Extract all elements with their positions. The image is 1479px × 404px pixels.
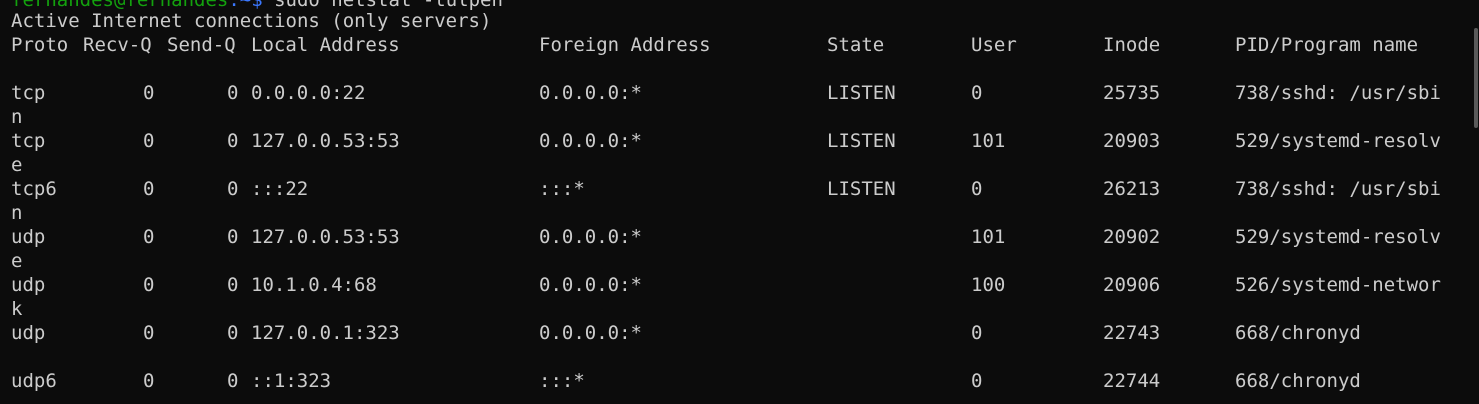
- cell-recvq: 0: [143, 274, 155, 296]
- col-pid-program: PID/Program name: [1235, 34, 1419, 56]
- col-proto: Proto: [11, 34, 69, 56]
- cell-sendq: 0: [227, 130, 239, 152]
- col-inode: Inode: [1103, 34, 1161, 56]
- table-row: udp 0 0 10.1.0.4:68 0.0.0.0:* 100 20906 526/sys…: [0, 273, 1479, 297]
- cell-foreign-address: :::*: [539, 370, 585, 392]
- terminal-window[interactable]: fernandes@fernandes:~$ sudo netstat -tul…: [0, 0, 1479, 404]
- cell-sendq: 0: [227, 178, 239, 200]
- col-user: User: [971, 34, 1017, 56]
- cell-pid-program: 668/chronyd: [1235, 370, 1361, 392]
- cell-foreign-address: 0.0.0.0:*: [539, 82, 642, 104]
- cell-proto: udp6: [11, 370, 57, 392]
- cell-inode: 22743: [1103, 322, 1161, 344]
- col-foreign-address: Foreign Address: [539, 34, 711, 56]
- cell-local-address: ::1:323: [251, 370, 332, 392]
- table-row: udp 0 0 127.0.0.1:323 0.0.0.0:* 0 22743 668/chr…: [0, 321, 1479, 345]
- cell-recvq: 0: [143, 82, 155, 104]
- table-row: tcp 0 0 0.0.0.0:22 0.0.0.0:* LISTEN 0 25735 738/…: [0, 81, 1479, 105]
- cell-recvq: 0: [143, 178, 155, 200]
- cell-state: LISTEN: [827, 178, 896, 200]
- cell-pid-program: 529/systemd-resolv: [1235, 130, 1441, 152]
- cell-foreign-address: 0.0.0.0:*: [539, 130, 642, 152]
- cell-inode: 20906: [1103, 274, 1161, 296]
- cell-pid-program: 526/systemd-networ: [1235, 274, 1441, 296]
- table-row: udp6 0 0::1:323:::* 0 22744 668/chronyd: [0, 369, 1479, 393]
- cell-sendq: 0: [227, 322, 239, 344]
- cell-inode: 26213: [1103, 178, 1161, 200]
- wrapped-continuation: [0, 345, 1479, 369]
- cell-user: 0: [971, 178, 983, 200]
- cell-user: 0: [971, 370, 983, 392]
- cell-sendq: 0: [227, 82, 239, 104]
- cell-recvq: 0: [143, 130, 155, 152]
- cell-pid-program: 738/sshd: /usr/sbi: [1235, 178, 1441, 200]
- cell-local-address: 0.0.0.0:22: [251, 82, 366, 104]
- cell-pid-program: 668/chronyd: [1235, 322, 1361, 344]
- cell-sendq: 0: [227, 226, 239, 248]
- cell-local-address: 10.1.0.4:68: [251, 274, 377, 296]
- scrollbar[interactable]: [1473, 0, 1479, 404]
- cell-foreign-address: 0.0.0.0:*: [539, 322, 642, 344]
- col-state: State: [827, 34, 885, 56]
- cell-local-address: 127.0.0.53:53: [251, 226, 400, 248]
- wrapped-continuation: n: [0, 105, 1479, 129]
- cell-user: 0: [971, 322, 983, 344]
- cell-local-address: 127.0.0.53:53: [251, 130, 400, 152]
- cell-user: 100: [971, 274, 1006, 296]
- scrollbar-thumb[interactable]: [1474, 28, 1478, 128]
- cell-recvq: 0: [143, 322, 155, 344]
- wrap-text: n: [11, 106, 23, 128]
- wrapped-continuation: e: [0, 249, 1479, 273]
- cell-proto: udp: [11, 226, 46, 248]
- cell-foreign-address: 0.0.0.0:*: [539, 274, 642, 296]
- cell-sendq: 0: [227, 370, 239, 392]
- wrap-text: e: [11, 250, 23, 272]
- wrap-text: k: [11, 298, 23, 320]
- cell-proto: tcp6: [11, 178, 57, 200]
- table-row: tcp6 0 0:::22:::* LISTEN 0 26213 738/sshd: /us…: [0, 177, 1479, 201]
- cell-proto: tcp: [11, 130, 46, 152]
- wrapped-continuation: [0, 393, 1479, 404]
- cell-proto: udp: [11, 274, 46, 296]
- wrap-text: e: [11, 154, 23, 176]
- cell-local-address: :::22: [251, 178, 309, 200]
- cell-pid-program: 529/systemd-resolv: [1235, 226, 1441, 248]
- cell-user: 101: [971, 226, 1006, 248]
- col-local-address: Local Address: [251, 34, 400, 56]
- cell-proto: udp: [11, 322, 46, 344]
- cell-user: 0: [971, 82, 983, 104]
- wrap-text: n: [11, 202, 23, 224]
- cell-inode: 22744: [1103, 370, 1161, 392]
- cell-recvq: 0: [143, 370, 155, 392]
- cell-sendq: 0: [227, 274, 239, 296]
- table-row: udp 0 0 127.0.0.53:53 0.0.0.0:* 101 20902 529/s…: [0, 225, 1479, 249]
- cell-inode: 20903: [1103, 130, 1161, 152]
- col-sendq: Send-Q: [167, 34, 236, 56]
- cell-inode: 20902: [1103, 226, 1161, 248]
- output-heading: Active Internet connections (only server…: [11, 10, 492, 32]
- cell-user: 101: [971, 130, 1006, 152]
- table-row: tcp 0 0 127.0.0.53:53 0.0.0.0:* LISTEN 101 2090…: [0, 129, 1479, 153]
- cell-local-address: 127.0.0.1:323: [251, 322, 400, 344]
- cell-foreign-address: 0.0.0.0:*: [539, 226, 642, 248]
- cell-inode: 25735: [1103, 82, 1161, 104]
- wrapped-continuation: e: [0, 153, 1479, 177]
- cell-state: LISTEN: [827, 82, 896, 104]
- col-recvq: Recv-Q: [83, 34, 152, 56]
- cell-proto: tcp: [11, 82, 46, 104]
- cell-recvq: 0: [143, 226, 155, 248]
- cell-pid-program: 738/sshd: /usr/sbi: [1235, 82, 1441, 104]
- wrapped-continuation: k: [0, 297, 1479, 321]
- wrapped-continuation: n: [0, 201, 1479, 225]
- column-header-row: Proto Recv-Q Send-Q Local Address Foreig…: [0, 33, 1479, 57]
- cell-state: LISTEN: [827, 130, 896, 152]
- cell-foreign-address: :::*: [539, 178, 585, 200]
